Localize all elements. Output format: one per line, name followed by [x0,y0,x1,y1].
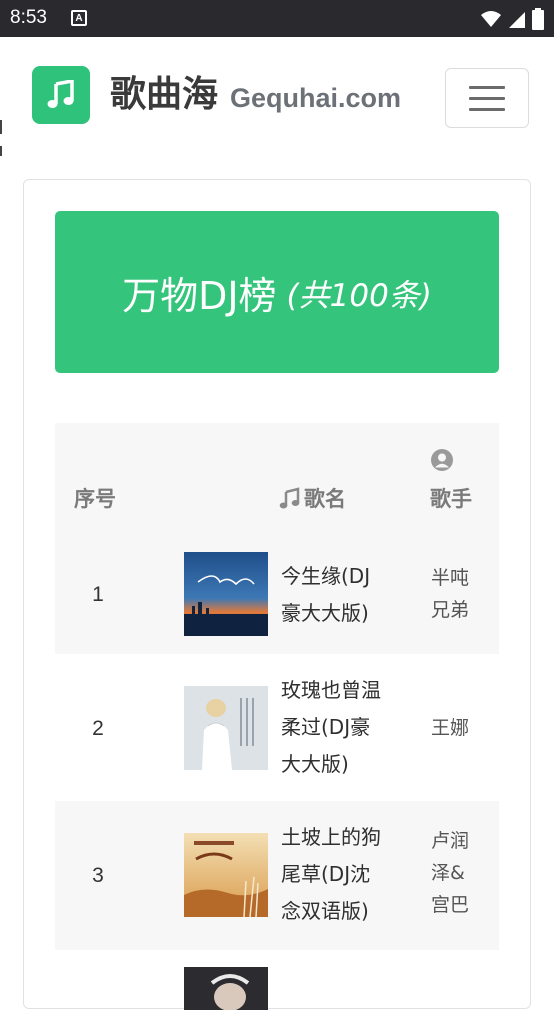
song-title-line: 今生缘(DJ [281,564,371,588]
brand-name-cn[interactable]: 歌曲海 [110,73,218,117]
song-title[interactable]: 今生缘(DJ 豪大大版) [281,558,395,632]
music-note-icon [47,80,74,108]
a-box-icon: A [71,10,87,26]
header-title-label: 歌名 [304,487,346,511]
table-row[interactable]: 1 今生缘(DJ 豪大大版) 半吨 兄弟 [55,536,499,654]
song-title-line: 尾草(DJ沈 [281,862,371,886]
song-table: 序号 歌名 歌手 1 今生缘(DJ 豪大大版) 半吨 兄弟 2 玫瑰也曾温 柔过… [55,423,499,1010]
music-note-icon [279,487,300,509]
table-header: 序号 歌名 歌手 [55,423,499,536]
signal-icon [509,12,525,28]
menu-toggle-button[interactable] [445,68,529,128]
artist-line: 半吨 [431,567,470,589]
song-title-line: 豪大大版) [281,601,369,625]
album-cover-art [184,833,268,917]
site-header: 歌曲海 Gequhai.com [0,37,554,157]
hamburger-menu-icon [469,108,505,111]
song-artist[interactable]: 卢润 泽& 宫巴 [431,825,489,921]
table-row[interactable]: 2 玫瑰也曾温 柔过(DJ豪 大大版) 王娜 [55,654,499,801]
song-title-line: 念双语版) [281,899,369,923]
table-row[interactable]: 3 土坡上的狗 尾草(DJ沈 念双语版) 卢润 泽& 宫巴 [55,801,499,950]
album-cover[interactable] [184,686,268,770]
song-title-line: 土坡上的狗 [281,825,381,849]
song-title[interactable]: 玫瑰也曾温 柔过(DJ豪 大大版) [281,672,395,783]
album-cover[interactable] [184,967,268,1010]
status-time: 8:53 [10,7,47,28]
artist-line: 王娜 [431,717,470,739]
battery-icon [532,8,544,30]
chart-banner: 万物DJ榜 (共100条) [55,211,499,373]
artist-line: 宫巴 [431,894,470,916]
album-cover[interactable] [184,833,268,917]
song-artist[interactable]: 半吨 兄弟 [431,562,489,626]
status-icons [480,8,544,30]
header-index: 序号 [74,487,116,511]
header-artist: 歌手 [430,487,472,511]
chart-count: (共100条) [286,277,432,314]
row-index: 2 [92,717,104,740]
artist-line: 兄弟 [431,599,470,621]
status-bar: 8:53 A [0,0,554,37]
hamburger-menu-icon [469,97,505,100]
wifi-icon [481,11,501,27]
song-title-line: 柔过(DJ豪 [281,715,371,739]
brand-name-en[interactable]: Gequhai.com [230,82,401,114]
hamburger-menu-icon [469,86,505,89]
song-title-line: 大大版) [281,752,349,776]
artist-line: 卢润 [431,830,470,852]
album-cover-art [184,552,268,636]
header-title: 歌名 [279,483,346,513]
artist-line: 泽& [431,862,465,884]
album-cover-art [184,967,268,1010]
album-cover-art [184,686,268,770]
table-row-partial[interactable] [55,950,499,1010]
user-circle-icon [431,449,453,471]
chart-title: 万物DJ榜 [122,273,277,318]
album-cover[interactable] [184,552,268,636]
site-logo[interactable] [32,66,90,124]
song-title-line: 玫瑰也曾温 [281,678,381,702]
song-title[interactable]: 土坡上的狗 尾草(DJ沈 念双语版) [281,819,395,930]
song-artist[interactable]: 王娜 [431,712,489,744]
row-index: 3 [92,864,104,887]
row-index: 1 [92,583,104,606]
